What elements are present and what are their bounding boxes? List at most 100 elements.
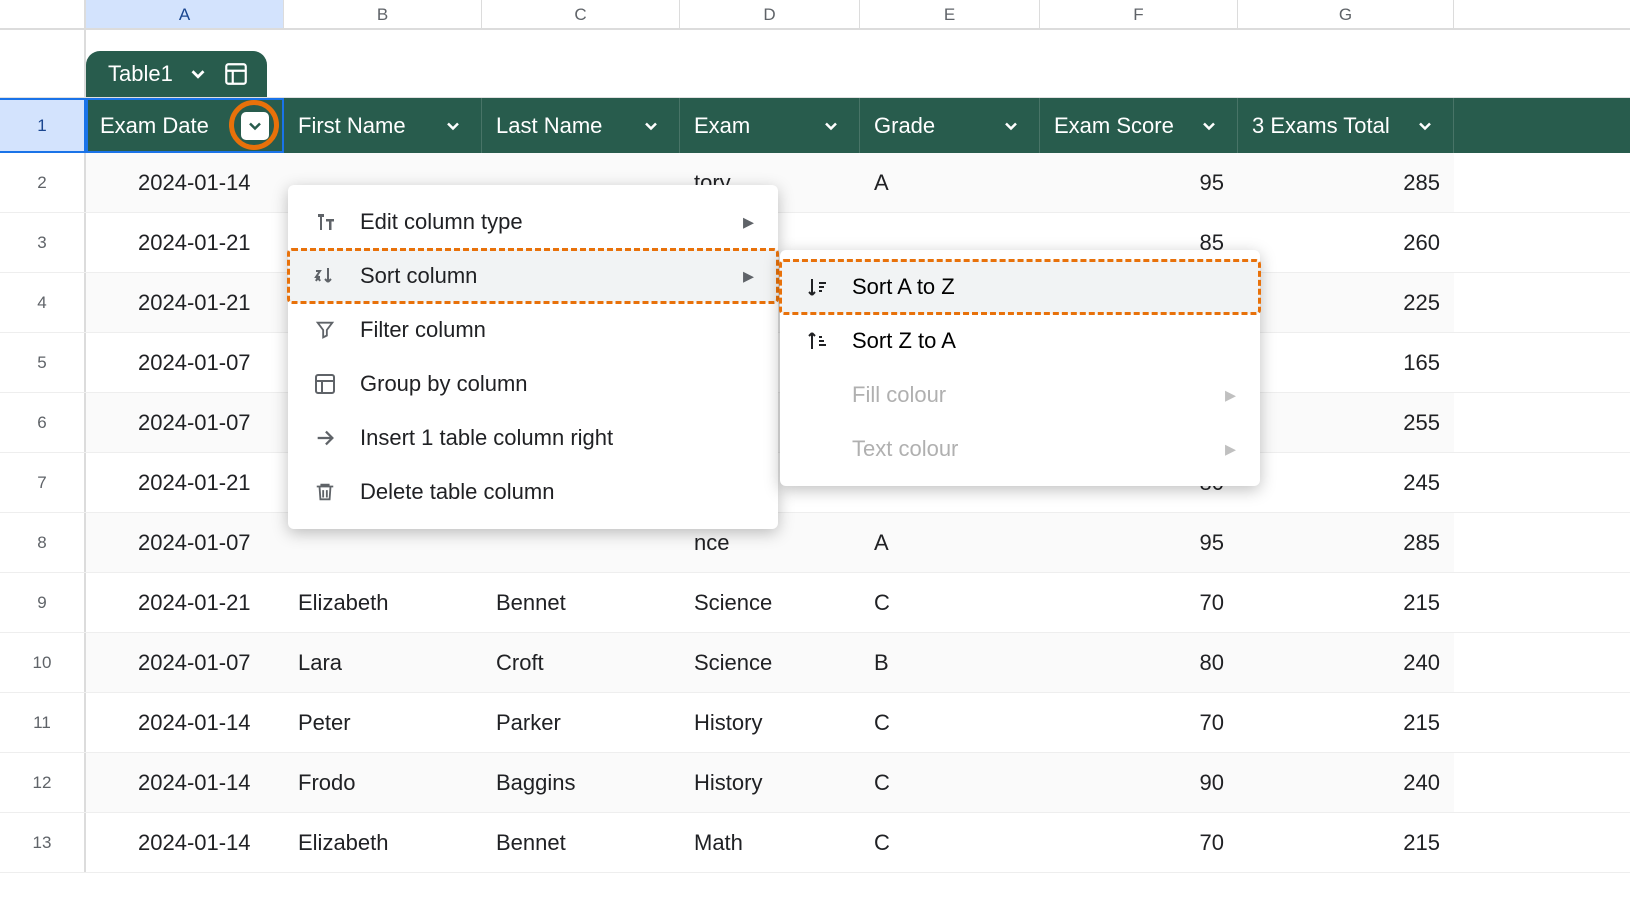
cell-3-exams-total[interactable]: 240 <box>1238 633 1454 692</box>
chevron-down-icon[interactable] <box>1195 112 1223 140</box>
col-header-b[interactable]: B <box>284 0 482 28</box>
chevron-down-icon[interactable] <box>637 112 665 140</box>
cell-first-name[interactable]: Elizabeth <box>284 573 482 632</box>
cell-exam-score[interactable]: 95 <box>1040 153 1238 212</box>
header-grade[interactable]: Grade <box>860 98 1040 153</box>
cell-exam-score[interactable]: 70 <box>1040 693 1238 752</box>
cell-3-exams-total[interactable]: 260 <box>1238 213 1454 272</box>
cell-3-exams-total[interactable]: 285 <box>1238 153 1454 212</box>
cell-grade[interactable]: B <box>860 633 1040 692</box>
row-number[interactable]: 4 <box>0 273 86 332</box>
cell-exam-date[interactable]: 2024-01-07 <box>86 513 284 572</box>
cell-exam-score[interactable]: 90 <box>1040 753 1238 812</box>
cell-exam-score[interactable]: 70 <box>1040 813 1238 872</box>
cell-grade[interactable]: C <box>860 693 1040 752</box>
menu-insert-column-right[interactable]: Insert 1 table column right <box>288 411 778 465</box>
cell-exam-date[interactable]: 2024-01-14 <box>86 753 284 812</box>
row-number[interactable]: 7 <box>0 453 86 512</box>
cell-last-name[interactable]: Parker <box>482 693 680 752</box>
cell-exam-date[interactable]: 2024-01-21 <box>86 213 284 272</box>
cell-3-exams-total[interactable]: 285 <box>1238 513 1454 572</box>
cell-exam[interactable]: Math <box>680 813 860 872</box>
row-number[interactable]: 13 <box>0 813 86 872</box>
row-number[interactable]: 11 <box>0 693 86 752</box>
row-number-1[interactable]: 1 <box>0 98 86 153</box>
cell-exam[interactable]: Science <box>680 633 860 692</box>
row-number[interactable]: 8 <box>0 513 86 572</box>
row-number[interactable]: 5 <box>0 333 86 392</box>
header-first-name[interactable]: First Name <box>284 98 482 153</box>
menu-group-by-column[interactable]: Group by column <box>288 357 778 411</box>
chevron-down-icon[interactable] <box>187 63 209 85</box>
cell-exam-date[interactable]: 2024-01-21 <box>86 573 284 632</box>
col-header-c[interactable]: C <box>482 0 680 28</box>
cell-3-exams-total[interactable]: 255 <box>1238 393 1454 452</box>
table-grid-icon[interactable] <box>223 61 249 87</box>
submenu-sort-a-to-z[interactable]: Sort A to Z <box>780 260 1260 314</box>
cell-last-name[interactable]: Baggins <box>482 753 680 812</box>
row-number[interactable]: 6 <box>0 393 86 452</box>
row-number[interactable]: 9 <box>0 573 86 632</box>
chevron-down-icon[interactable] <box>1411 112 1439 140</box>
cell-exam-score[interactable]: 70 <box>1040 573 1238 632</box>
cell-last-name[interactable]: Bennet <box>482 573 680 632</box>
cell-3-exams-total[interactable]: 240 <box>1238 753 1454 812</box>
chevron-down-icon[interactable] <box>439 112 467 140</box>
cell-3-exams-total[interactable]: 215 <box>1238 813 1454 872</box>
cell-grade[interactable]: C <box>860 573 1040 632</box>
cell-grade[interactable]: A <box>860 153 1040 212</box>
col-header-g[interactable]: G <box>1238 0 1454 28</box>
cell-exam[interactable]: History <box>680 693 860 752</box>
cell-exam-date[interactable]: 2024-01-14 <box>86 153 284 212</box>
cell-3-exams-total[interactable]: 245 <box>1238 453 1454 512</box>
cell-grade[interactable]: A <box>860 513 1040 572</box>
cell-exam[interactable]: History <box>680 753 860 812</box>
cell-exam-date[interactable]: 2024-01-21 <box>86 453 284 512</box>
header-exam[interactable]: Exam <box>680 98 860 153</box>
header-exam-date[interactable]: Exam Date <box>86 98 284 153</box>
cell-exam-score[interactable]: 80 <box>1040 633 1238 692</box>
cell-exam-date[interactable]: 2024-01-07 <box>86 633 284 692</box>
cell-last-name[interactable]: Croft <box>482 633 680 692</box>
cell-3-exams-total[interactable]: 165 <box>1238 333 1454 392</box>
cell-last-name[interactable]: Bennet <box>482 813 680 872</box>
col-header-e[interactable]: E <box>860 0 1040 28</box>
row-number[interactable]: 12 <box>0 753 86 812</box>
cell-exam-date[interactable]: 2024-01-14 <box>86 693 284 752</box>
cell-3-exams-total[interactable]: 215 <box>1238 573 1454 632</box>
cell-3-exams-total[interactable]: 215 <box>1238 693 1454 752</box>
header-exam-score[interactable]: Exam Score <box>1040 98 1238 153</box>
cell-exam-date[interactable]: 2024-01-21 <box>86 273 284 332</box>
table-name-chip[interactable]: Table1 <box>86 51 267 97</box>
header-3-exams-total[interactable]: 3 Exams Total <box>1238 98 1454 153</box>
row-number-blank[interactable] <box>0 30 86 97</box>
chevron-down-icon[interactable] <box>997 112 1025 140</box>
submenu-sort-z-to-a[interactable]: Sort Z to A <box>780 314 1260 368</box>
menu-filter-column[interactable]: Filter column <box>288 303 778 357</box>
cell-exam-score[interactable]: 95 <box>1040 513 1238 572</box>
row-number[interactable]: 10 <box>0 633 86 692</box>
cell-first-name[interactable]: Frodo <box>284 753 482 812</box>
chevron-down-icon[interactable] <box>817 112 845 140</box>
col-header-a[interactable]: A <box>86 0 284 28</box>
cell-grade[interactable]: C <box>860 753 1040 812</box>
cell-first-name[interactable]: Elizabeth <box>284 813 482 872</box>
cell-grade[interactable]: C <box>860 813 1040 872</box>
cell-first-name[interactable]: Lara <box>284 633 482 692</box>
cell-exam-date[interactable]: 2024-01-07 <box>86 393 284 452</box>
cell-first-name[interactable]: Peter <box>284 693 482 752</box>
row-number[interactable]: 3 <box>0 213 86 272</box>
col-header-d[interactable]: D <box>680 0 860 28</box>
menu-sort-column[interactable]: Sort column ▸ <box>288 249 778 303</box>
cell-exam-date[interactable]: 2024-01-07 <box>86 333 284 392</box>
cell-exam-date[interactable]: 2024-01-14 <box>86 813 284 872</box>
menu-delete-table-column[interactable]: Delete table column <box>288 465 778 519</box>
column-menu-dropdown[interactable] <box>241 112 269 140</box>
header-last-name[interactable]: Last Name <box>482 98 680 153</box>
row-number[interactable]: 2 <box>0 153 86 212</box>
menu-edit-column-type[interactable]: Edit column type ▸ <box>288 195 778 249</box>
cell-exam[interactable]: Science <box>680 573 860 632</box>
cell-3-exams-total[interactable]: 225 <box>1238 273 1454 332</box>
col-header-f[interactable]: F <box>1040 0 1238 28</box>
corner-cell[interactable] <box>0 0 86 28</box>
